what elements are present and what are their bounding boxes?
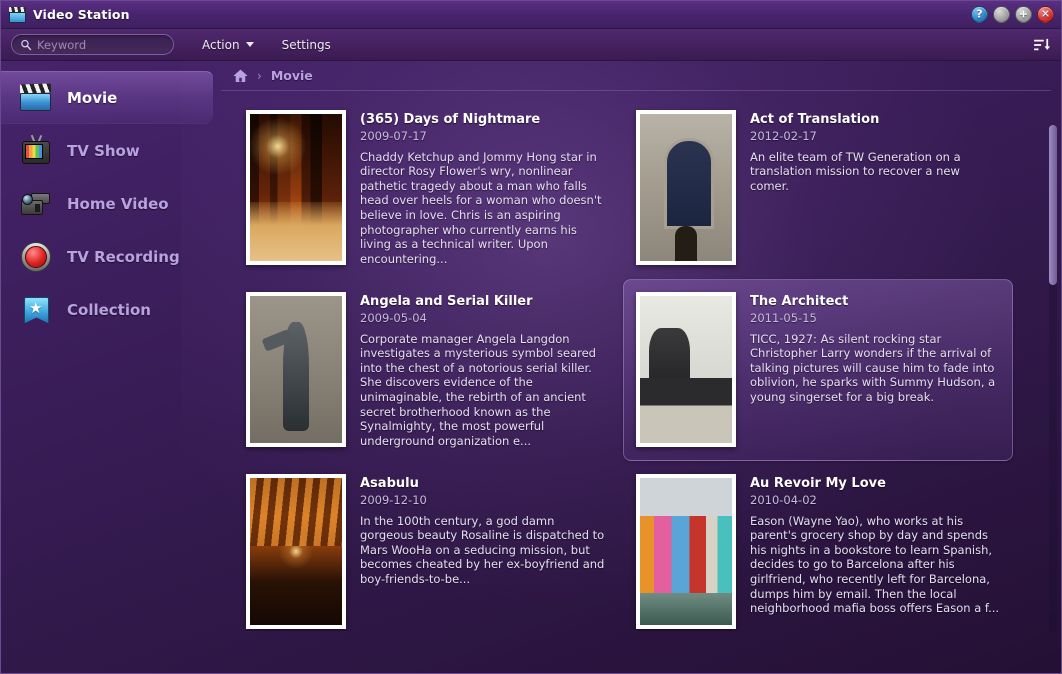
record-button-icon [19,241,53,273]
maximize-button[interactable]: + [1015,6,1032,23]
movie-grid-wrapper: (365) Days of Nightmare 2009-07-17 Chadd… [221,91,1061,631]
movie-title[interactable]: (365) Days of Nightmare [360,112,610,128]
sidebar-item-tv-recording[interactable]: TV Recording [1,230,213,283]
sidebar-item-tv-show[interactable]: TV Show [1,124,213,177]
close-button[interactable]: ✕ [1037,6,1054,23]
sidebar-item-label: TV Recording [67,247,180,266]
bookmark-star-icon: ★ [19,294,53,326]
vertical-scrollbar[interactable] [1049,125,1057,631]
breadcrumb-separator: › [257,68,262,83]
movie-date: 2009-05-04 [360,310,427,325]
movie-date: 2009-07-17 [360,128,427,143]
movie-card[interactable]: Au Revoir My Love 2010-04-02 Eason (Wayn… [623,461,1013,631]
window-title: Video Station [33,7,130,22]
minimize-button[interactable] [993,6,1010,23]
movie-title[interactable]: Angela and Serial Killer [360,294,610,310]
thumbnail-image [250,114,342,261]
movie-card[interactable]: Angela and Serial Killer 2009-05-04 Corp… [233,279,623,461]
close-glyph: ✕ [1040,7,1051,21]
movie-description: Corporate manager Angela Langdon investi… [360,331,596,448]
movie-clapper-icon [19,82,53,114]
movie-date: 2009-12-10 [360,492,427,507]
sidebar-item-collection[interactable]: ★ Collection [1,283,213,336]
movie-date: 2012-02-17 [750,128,817,143]
movie-description: Chaddy Ketchup and Jommy Hong star in di… [360,149,602,266]
television-icon [19,134,53,167]
movie-description: An elite team of TW Generation on a tran… [750,149,961,193]
movie-info: Act of Translation 2012-02-17 An elite t… [750,110,1000,266]
content-pane: › Movie (365) Days of Nightmare 2009-07-… [213,61,1061,673]
camcorder-icon [19,188,53,220]
thumbnail-image [250,478,342,625]
movie-info: Angela and Serial Killer 2009-05-04 Corp… [360,292,610,448]
film-clapper-icon [9,6,26,23]
toolbar: Action Settings [1,29,1061,61]
thumbnail-image [250,296,342,443]
action-menu-label: Action [202,37,240,52]
movie-title[interactable]: Asabulu [360,476,610,492]
home-icon[interactable] [233,69,248,83]
movie-thumbnail[interactable] [636,474,736,629]
sidebar: Movie TV Show Home Video TV Recording ★ … [1,61,213,673]
movie-description: Eason (Wayne Yao), who works at his pare… [750,513,1000,616]
movie-grid: (365) Days of Nightmare 2009-07-17 Chadd… [221,97,1061,631]
thumbnail-image [640,114,732,261]
sidebar-item-movie[interactable]: Movie [1,71,213,124]
sidebar-item-label: Movie [67,88,118,107]
settings-button[interactable]: Settings [282,38,331,52]
sort-descending-icon[interactable] [1033,38,1051,52]
help-button[interactable]: ? [971,6,988,23]
movie-title[interactable]: Act of Translation [750,112,1000,128]
title-bar: Video Station ? + ✕ [1,1,1061,29]
movie-card-selected[interactable]: The Architect 2011-05-15 TICC, 1927: As … [623,279,1013,461]
movie-thumbnail[interactable] [636,110,736,265]
movie-info: Au Revoir My Love 2010-04-02 Eason (Wayn… [750,474,1000,630]
movie-thumbnail[interactable] [636,292,736,447]
sidebar-item-label: Collection [67,300,151,319]
breadcrumb: › Movie [221,61,1051,91]
maximize-glyph: + [1018,7,1029,21]
main-area: Movie TV Show Home Video TV Recording ★ … [1,61,1061,673]
sidebar-item-label: TV Show [67,141,140,160]
help-glyph: ? [976,7,983,21]
movie-info: Asabulu 2009-12-10 In the 100th century,… [360,474,610,630]
movie-title[interactable]: The Architect [750,294,1000,310]
movie-card[interactable]: (365) Days of Nightmare 2009-07-17 Chadd… [233,97,623,279]
breadcrumb-current[interactable]: Movie [271,68,313,83]
movie-title[interactable]: Au Revoir My Love [750,476,1000,492]
movie-thumbnail[interactable] [246,110,346,265]
action-menu-button[interactable]: Action [202,38,254,52]
window-controls: ? + ✕ [971,6,1061,23]
search-box[interactable] [11,34,174,55]
search-input[interactable] [37,37,165,52]
movie-thumbnail[interactable] [246,474,346,629]
movie-card[interactable]: Asabulu 2009-12-10 In the 100th century,… [233,461,623,631]
movie-description: TICC, 1927: As silent rocking star Chris… [750,331,996,404]
thumbnail-image [640,296,732,443]
sidebar-item-label: Home Video [67,194,169,213]
thumbnail-image [640,478,732,625]
video-station-window: Video Station ? + ✕ Action [0,0,1062,674]
movie-info: (365) Days of Nightmare 2009-07-17 Chadd… [360,110,610,266]
movie-date: 2010-04-02 [750,492,817,507]
movie-date: 2011-05-15 [750,310,817,325]
movie-description: In the 100th century, a god damn gorgeou… [360,513,605,586]
search-icon [21,39,32,50]
movie-thumbnail[interactable] [246,292,346,447]
settings-label: Settings [281,37,331,52]
scrollbar-thumb[interactable] [1049,125,1057,285]
chevron-down-icon [245,42,254,47]
movie-info: The Architect 2011-05-15 TICC, 1927: As … [750,292,1000,448]
sidebar-item-home-video[interactable]: Home Video [1,177,213,230]
movie-card[interactable]: Act of Translation 2012-02-17 An elite t… [623,97,1013,279]
